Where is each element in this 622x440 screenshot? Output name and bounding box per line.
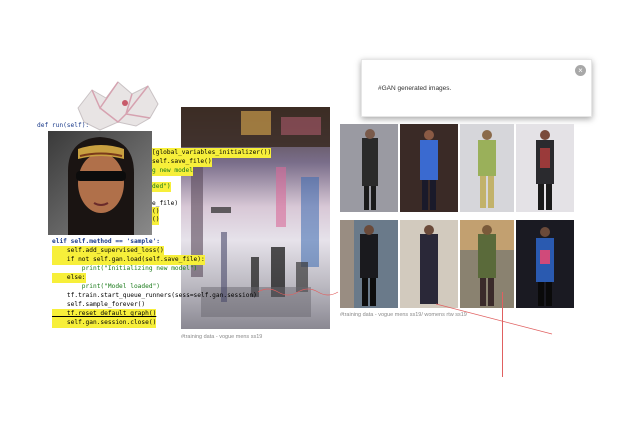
- code-line-paren-2: (): [152, 215, 160, 225]
- close-icon[interactable]: ×: [575, 65, 586, 76]
- code-line-close: self.gan.session.close(): [52, 318, 157, 328]
- code-line-def: def run(self):: [37, 122, 90, 129]
- caption-left: #training data - vogue mens ss19: [181, 334, 263, 340]
- runway-image: [460, 220, 514, 308]
- gan-tooltip-card: #GAN generated images. ×: [361, 59, 592, 117]
- portrait-image: [48, 131, 152, 235]
- runway-image: [400, 124, 458, 212]
- code-line-new: g new model: [152, 166, 193, 176]
- runway-image: [460, 124, 514, 212]
- gan-tooltip-text: #GAN generated images.: [378, 85, 452, 92]
- code-line-ded: ded"): [152, 182, 171, 192]
- runway-image: [340, 220, 398, 308]
- red-diagonal-line: [436, 303, 553, 335]
- runway-image: [400, 220, 458, 308]
- red-squiggle-line: [258, 288, 339, 296]
- runway-image: [340, 124, 398, 212]
- runway-image: [516, 124, 574, 212]
- runway-image: [516, 220, 574, 308]
